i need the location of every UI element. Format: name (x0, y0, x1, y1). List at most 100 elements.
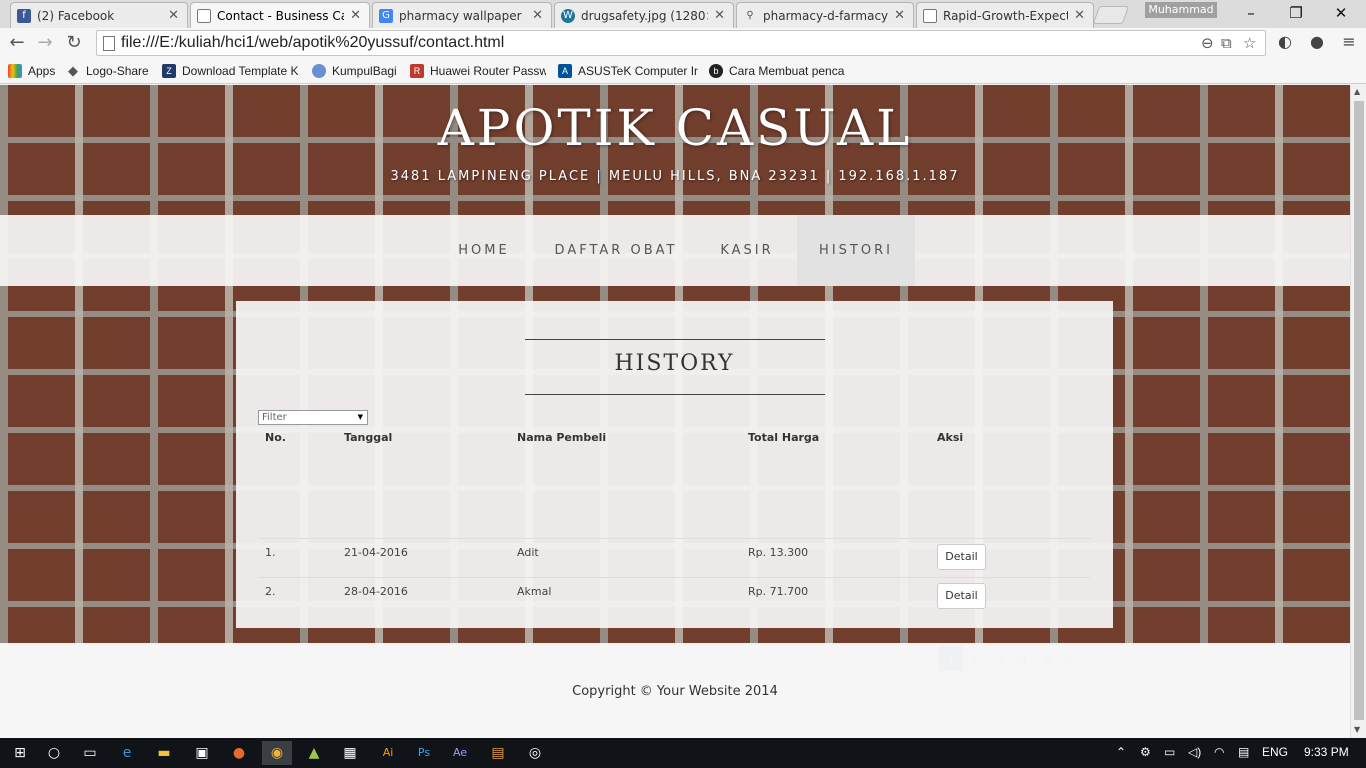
bookmark-asustek[interactable]: A ASUSTeK Computer In (558, 62, 698, 80)
windows-start-icon[interactable]: ⊞ (8, 741, 32, 765)
close-icon[interactable]: ✕ (1074, 8, 1085, 23)
bookmark-label: Apps (28, 64, 56, 78)
reload-icon[interactable]: ↻ (62, 31, 86, 55)
browser-toolbar: ← → ↻ file:///E:/kuliah/hci1/web/apotik%… (0, 28, 1366, 58)
wifi-icon[interactable]: ◠ (1214, 745, 1224, 759)
address-bar[interactable]: file:///E:/kuliah/hci1/web/apotik%20yuss… (96, 30, 1266, 56)
scroll-down-icon[interactable]: ▼ (1354, 725, 1360, 734)
firefox-icon[interactable]: ● (227, 741, 251, 765)
site-address: 3481 LAMPINENG PLACE | MEULU HILLS, BNA … (390, 169, 960, 184)
profile-badge[interactable]: Muhammad (1145, 2, 1217, 18)
android-studio-icon[interactable]: ▲ (302, 741, 326, 765)
extension-globe-icon[interactable]: ● (1306, 31, 1328, 53)
tab-title: Contact - Business Casu (217, 8, 344, 23)
site-brand: APOTIK CASUAL (437, 99, 913, 157)
page-scrollbar[interactable]: ▲ ▼ (1350, 85, 1366, 738)
bookmark-label: Download Template K (182, 64, 298, 78)
extension-icon[interactable]: ◐ (1274, 31, 1296, 53)
table-cell-total: Rp. 71.700 (748, 585, 809, 598)
table-cell-tanggal: 21-04-2016 (344, 546, 408, 559)
volume-icon[interactable]: ◁) (1188, 745, 1201, 759)
after-effects-icon[interactable]: Ae (448, 741, 472, 765)
app-icon[interactable]: ◎ (523, 741, 547, 765)
column-header-tanggal: Tanggal (344, 431, 393, 444)
scroll-up-icon[interactable]: ▲ (1354, 87, 1360, 96)
tab-contact[interactable]: Contact - Business Casu ✕ (190, 2, 370, 28)
menu-icon[interactable]: ≡ (1338, 31, 1360, 53)
tab-facebook[interactable]: f (2) Facebook ✕ (10, 2, 188, 28)
tab-rapid-growth[interactable]: Rapid-Growth-Expecte ✕ (916, 2, 1094, 28)
tab-title: pharmacy wallpaper - P (399, 8, 526, 23)
close-icon[interactable]: ✕ (714, 8, 725, 23)
store-icon[interactable]: ▣ (190, 741, 214, 765)
bookmark-label: Huawei Router Passw (430, 64, 546, 78)
sublime-icon[interactable]: ▤ (486, 741, 510, 765)
chrome-icon[interactable]: ◉ (262, 741, 292, 765)
media-icon[interactable]: ▦ (338, 741, 362, 765)
minimize-icon[interactable]: – (1228, 0, 1274, 26)
clock[interactable]: 9:33 PM (1304, 745, 1349, 759)
illustrator-icon[interactable]: Ai (376, 741, 400, 765)
cloud-icon (312, 64, 326, 78)
table-cell-total: Rp. 13.300 (748, 546, 809, 559)
bookmark-huawei[interactable]: R Huawei Router Passw (410, 62, 546, 80)
scroll-thumb[interactable] (1354, 101, 1364, 720)
photoshop-icon[interactable]: Ps (412, 741, 436, 765)
site-navbar: HOME DAFTAR OBAT KASIR HISTORI (0, 215, 1350, 286)
column-header-total-harga: Total Harga (748, 431, 820, 444)
language-indicator[interactable]: ENG (1262, 745, 1288, 759)
notification-icon[interactable]: ▤ (1238, 745, 1249, 759)
asus-icon: A (558, 64, 572, 78)
detail-button[interactable]: Detail (937, 544, 986, 570)
filter-select[interactable]: Filter ▼ (258, 410, 368, 425)
page-viewport: APOTIK CASUAL 3481 LAMPINENG PLACE | MEU… (0, 85, 1350, 738)
table-cell-nama: Akmal (517, 585, 552, 598)
back-icon[interactable]: ← (5, 31, 29, 55)
tray-chevron-icon[interactable]: ⌃ (1116, 745, 1126, 759)
bookmark-label: KumpulBagi (332, 64, 397, 78)
tab-pharmacy-d-farmacy[interactable]: ⚲ pharmacy-d-farmacy-8 ✕ (736, 2, 914, 28)
facebook-icon: f (17, 8, 31, 23)
table-cell-tanggal: 28-04-2016 (344, 585, 408, 598)
copyright-text: Copyright © Your Website 2014 (572, 684, 778, 699)
translate-icon[interactable]: ⧉ (1221, 34, 1232, 52)
bookmark-cara-membuat[interactable]: b Cara Membuat penca (709, 62, 847, 80)
edge-icon[interactable]: e (115, 741, 139, 765)
template-icon: Z (162, 64, 176, 78)
wordpress-icon: W (561, 8, 575, 23)
nav-histori[interactable]: HISTORI (797, 215, 915, 286)
tab-title: Rapid-Growth-Expecte (943, 8, 1069, 23)
search-icon: ⚲ (746, 9, 754, 21)
file-explorer-icon[interactable]: ▬ (152, 741, 176, 765)
bookmarks-bar: Apps ◆ Logo-Share Z Download Template K … (0, 58, 1366, 84)
nav-daftar-obat[interactable]: DAFTAR OBAT (548, 215, 684, 286)
zoom-icon[interactable]: ⊖ (1201, 34, 1214, 52)
huawei-icon: R (410, 64, 424, 78)
bookmark-logo-share[interactable]: ◆ Logo-Share (66, 62, 156, 80)
bookmark-kumpulbagi[interactable]: KumpulBagi (312, 62, 402, 80)
blog-icon: b (709, 64, 723, 78)
bookmark-label: ASUSTeK Computer In (578, 64, 698, 78)
detail-button[interactable]: Detail (937, 583, 986, 609)
tray-app-icon[interactable]: ⚙ (1140, 745, 1151, 759)
close-icon[interactable]: ✕ (894, 8, 905, 23)
task-view-icon[interactable]: ▭ (78, 741, 102, 765)
bookmark-download-template[interactable]: Z Download Template K (162, 62, 298, 80)
tab-drugsafety[interactable]: W drugsafety.jpg (1280×1 ✕ (554, 2, 734, 28)
close-window-icon[interactable]: ✕ (1318, 0, 1364, 26)
new-tab-button[interactable] (1092, 6, 1130, 24)
table-divider (258, 577, 1090, 578)
restore-icon[interactable]: ❐ (1273, 0, 1319, 26)
close-icon[interactable]: ✕ (350, 8, 361, 23)
heading-divider-bottom (525, 394, 825, 395)
close-icon[interactable]: ✕ (168, 8, 179, 23)
nav-home[interactable]: HOME (446, 215, 522, 286)
bookmark-star-icon[interactable]: ☆ (1243, 34, 1256, 52)
nav-kasir[interactable]: KASIR (710, 215, 784, 286)
bookmark-apps[interactable]: Apps (8, 62, 60, 80)
forward-icon[interactable]: → (33, 31, 57, 55)
close-icon[interactable]: ✕ (532, 8, 543, 23)
tab-pharmacy-wallpaper[interactable]: G pharmacy wallpaper - P ✕ (372, 2, 552, 28)
network-icon[interactable]: ▭ (1164, 745, 1175, 759)
search-icon[interactable]: ○ (42, 741, 66, 765)
